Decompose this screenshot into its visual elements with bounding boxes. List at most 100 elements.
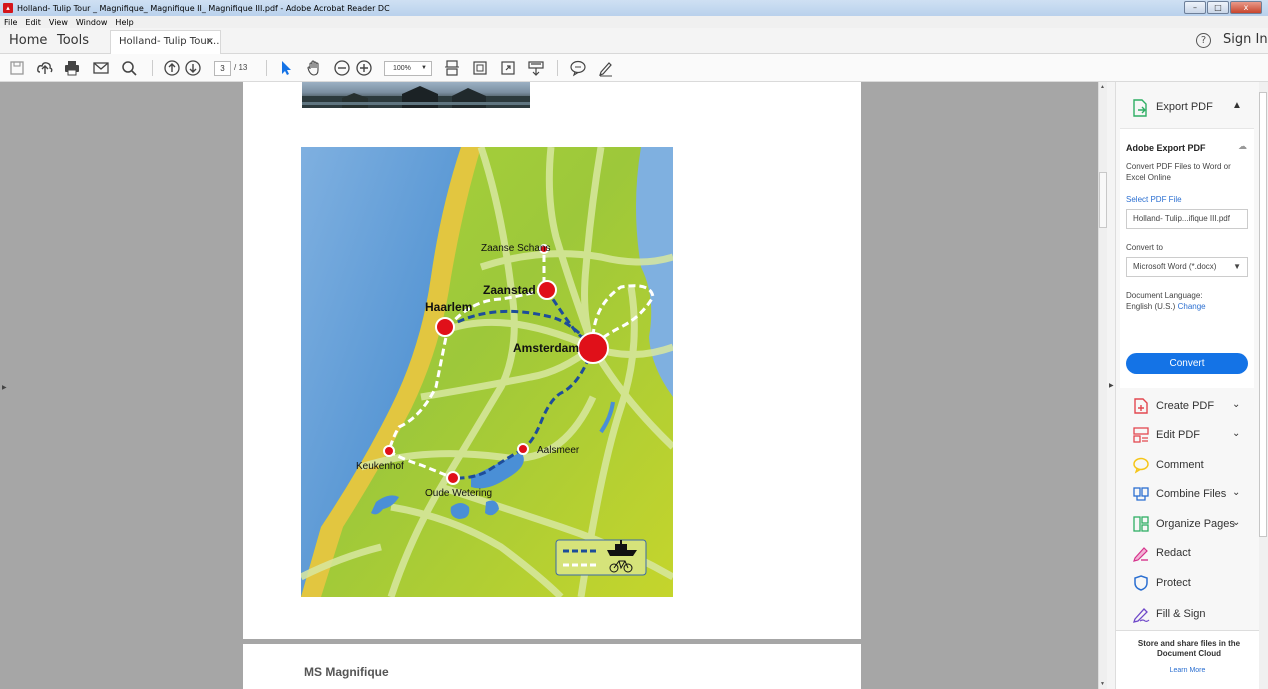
pdf-page: MS Magnifique	[243, 644, 861, 689]
export-panel-title: Adobe Export PDF	[1126, 143, 1206, 153]
tool-label: Combine Files	[1156, 488, 1227, 500]
print-icon[interactable]	[63, 59, 81, 77]
document-language: Document Language: English (U.S.) Change	[1126, 290, 1246, 312]
learn-more-link[interactable]: Learn More	[1116, 667, 1259, 674]
tab-document[interactable]: Holland- Tulip Tour... ×	[110, 30, 221, 55]
protect-icon	[1132, 574, 1150, 592]
close-tab-icon[interactable]: ×	[206, 31, 214, 53]
tool-redact[interactable]: Redact	[1116, 539, 1259, 568]
format-select[interactable]: Microsoft Word (*.docx) ▼	[1126, 257, 1248, 277]
upload-cloud-icon[interactable]	[36, 59, 54, 77]
hand-tool-icon[interactable]	[305, 59, 323, 77]
export-description: Convert PDF Files to Word or Excel Onlin…	[1126, 162, 1231, 182]
menu-help[interactable]: Help	[115, 18, 133, 27]
read-mode-icon[interactable]	[527, 59, 545, 77]
scrollbar-thumb[interactable]	[1099, 172, 1107, 228]
fit-page-icon[interactable]	[471, 59, 489, 77]
highlight-pen-icon[interactable]	[597, 59, 615, 77]
cloud-icon: ☁	[1238, 141, 1247, 151]
create-pdf-icon	[1132, 397, 1150, 415]
export-pdf-icon	[1132, 99, 1148, 120]
convert-button[interactable]: Convert	[1126, 353, 1248, 374]
right-pane-scrollbar[interactable]	[1259, 82, 1268, 689]
toolbar-separator	[266, 60, 267, 76]
tool-label: Edit PDF	[1156, 429, 1201, 441]
scrollbar-thumb[interactable]	[1259, 92, 1267, 537]
tab-tools[interactable]: Tools	[57, 28, 89, 54]
document-scrollbar[interactable]: ▲ ▼	[1098, 82, 1107, 689]
tool-fill-sign[interactable]: Fill & Sign	[1116, 600, 1259, 629]
scroll-up-icon[interactable]: ▲	[1100, 84, 1105, 90]
chevron-down-icon[interactable]: ⌄	[1232, 399, 1240, 410]
map-label-oude-wetering: Oude Wetering	[425, 488, 492, 499]
chevron-up-icon[interactable]: ▲	[1232, 100, 1242, 111]
right-pane-toggle[interactable]: ▶	[1107, 82, 1116, 689]
language-value: English (U.S.)	[1126, 302, 1176, 311]
document-viewport[interactable]: ▶ Zaanse Schans Zaanstad Haarlem Amsterd…	[0, 82, 1098, 689]
scrolling-mode-icon[interactable]	[443, 59, 461, 77]
page-photo	[302, 82, 530, 108]
change-language-link[interactable]: Change	[1178, 302, 1206, 311]
menu-window[interactable]: Window	[76, 18, 108, 27]
maximize-button[interactable]: □	[1207, 1, 1229, 14]
tool-label: Redact	[1156, 547, 1191, 559]
tool-label: Comment	[1156, 459, 1204, 471]
format-value: Microsoft Word (*.docx)	[1133, 262, 1217, 271]
tool-comment[interactable]: Comment	[1116, 451, 1259, 480]
zoom-value: 100%	[393, 65, 411, 72]
edit-pdf-icon	[1132, 426, 1150, 444]
tool-protect[interactable]: Protect	[1116, 569, 1259, 598]
comment-icon[interactable]	[569, 59, 587, 77]
map-label-haarlem: Haarlem	[425, 300, 472, 314]
export-pdf-panel: Adobe Export PDF ☁ Convert PDF Files to …	[1120, 128, 1254, 388]
previous-page-icon[interactable]	[163, 59, 181, 77]
toolbar-separator	[152, 60, 153, 76]
menu-view[interactable]: View	[49, 18, 68, 27]
title-bar: ▴ Holland- Tulip Tour _ Magnifique_ Magn…	[0, 0, 1268, 16]
tool-edit-pdf[interactable]: Edit PDF ⌄	[1116, 421, 1259, 450]
selected-file-field[interactable]: Holland- Tulip...ifique III.pdf	[1126, 209, 1248, 229]
next-page-icon[interactable]	[184, 59, 202, 77]
map-legend	[555, 539, 647, 576]
tool-label: Create PDF	[1156, 400, 1215, 412]
minimize-button[interactable]: –	[1184, 1, 1206, 14]
tool-combine-files[interactable]: Combine Files ⌄	[1116, 480, 1259, 509]
select-pdf-file-link[interactable]: Select PDF File	[1126, 195, 1182, 204]
tool-create-pdf[interactable]: Create PDF ⌄	[1116, 392, 1259, 421]
close-button[interactable]: x	[1230, 1, 1262, 14]
sign-in-link[interactable]: Sign In	[1223, 32, 1268, 47]
map-label-aalsmeer: Aalsmeer	[537, 445, 580, 456]
scroll-down-icon[interactable]: ▼	[1100, 681, 1105, 687]
select-cursor-icon[interactable]	[277, 59, 295, 77]
chevron-right-icon[interactable]: ▶	[2, 384, 7, 391]
menu-edit[interactable]: Edit	[25, 18, 41, 27]
search-icon[interactable]	[120, 59, 138, 77]
chevron-down-icon: ▼	[421, 65, 427, 71]
combine-files-icon	[1132, 485, 1150, 503]
acrobat-app-icon: ▴	[3, 3, 13, 13]
chevron-down-icon[interactable]: ⌄	[1232, 487, 1240, 498]
tab-home[interactable]: Home	[9, 28, 47, 54]
tool-organize-pages[interactable]: Organize Pages ⌄	[1116, 510, 1259, 539]
zoom-select[interactable]: 100% ▼	[384, 61, 432, 76]
zoom-out-icon[interactable]	[333, 59, 351, 77]
cloud-promo-text: Store and share files in the Document Cl…	[1137, 639, 1241, 658]
full-screen-icon[interactable]	[499, 59, 517, 77]
map-label-zaanse-schans: Zaanse Schans	[481, 243, 551, 254]
export-pdf-label: Export PDF	[1156, 101, 1213, 113]
email-icon[interactable]	[92, 59, 110, 77]
menu-file[interactable]: File	[4, 18, 17, 27]
window-controls: – □ x	[1183, 1, 1262, 14]
redact-icon	[1132, 544, 1150, 562]
language-label: Document Language:	[1126, 291, 1203, 300]
chevron-down-icon[interactable]: ⌄	[1232, 428, 1240, 439]
help-icon[interactable]: ?	[1196, 33, 1211, 48]
tool-label: Organize Pages	[1156, 518, 1235, 530]
map-label-zaanstad: Zaanstad	[483, 283, 536, 297]
page-number-input[interactable]: 3	[214, 61, 231, 76]
right-tools-pane: Export PDF ▲ Adobe Export PDF ☁ Convert …	[1116, 82, 1259, 689]
zoom-in-icon[interactable]	[355, 59, 373, 77]
export-pdf-header[interactable]: Export PDF ▲	[1116, 82, 1259, 128]
chevron-down-icon[interactable]: ⌄	[1232, 517, 1240, 528]
save-icon[interactable]	[8, 59, 26, 77]
